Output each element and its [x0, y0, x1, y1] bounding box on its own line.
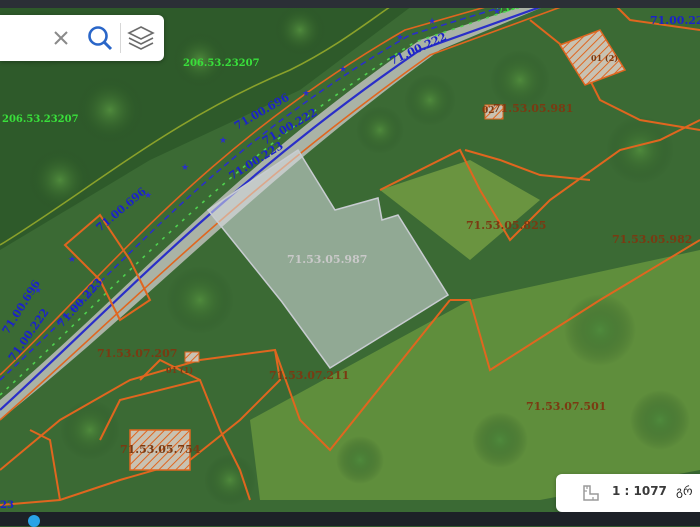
- building-label: 02: [482, 106, 495, 116]
- building-label: 01 (2): [591, 53, 618, 63]
- building-footprint: [184, 351, 200, 363]
- scale-ratio: 1 : 1077: [612, 484, 667, 498]
- parcel-label: 71.53.07.211: [269, 369, 349, 382]
- parcel-label: 71.53.07.501: [526, 400, 606, 413]
- parcel-label: 71.53.07.207: [97, 347, 177, 360]
- scale-control[interactable]: 1 : 1077 გრ: [556, 474, 700, 512]
- forest-label: 206.53.23207: [183, 58, 260, 69]
- scale-unit-label[interactable]: გრ: [676, 484, 693, 498]
- parcel-label: 71.53.05.825: [466, 219, 546, 232]
- parcel-label: 71.53.05.987: [287, 253, 367, 266]
- road-label: 23: [0, 500, 14, 511]
- close-icon[interactable]: [50, 27, 72, 49]
- forest-label: 206.53.23207: [2, 114, 79, 125]
- top-toolbar-strip: [0, 0, 700, 8]
- svg-text:★: ★: [219, 136, 227, 146]
- building-label: 01 (1): [166, 365, 193, 375]
- svg-text:★: ★: [181, 163, 189, 173]
- taskbar-strip: [0, 512, 700, 527]
- svg-text:★: ★: [339, 65, 347, 75]
- parcel-label: 71.53.05.982: [612, 233, 692, 246]
- parcel-label: 71.53.05.754: [120, 443, 201, 456]
- road-label: 71.00.223: [650, 14, 700, 27]
- svg-text:★: ★: [428, 17, 436, 27]
- search-icon[interactable]: [86, 24, 114, 52]
- layers-icon[interactable]: [126, 24, 156, 52]
- svg-text:★: ★: [302, 89, 310, 99]
- divider: [120, 23, 121, 53]
- search-panel: [0, 15, 164, 61]
- svg-text:★: ★: [396, 33, 404, 43]
- svg-text:★: ★: [68, 255, 76, 265]
- parcel-label: 71.53.05.981: [493, 102, 573, 115]
- app-icon[interactable]: [28, 515, 40, 527]
- map-canvas[interactable]: ★★★ ★★★ ★★★ ★ 71.00.696 71.00.223 71.00.…: [0, 0, 700, 526]
- ruler-icon[interactable]: [582, 484, 600, 502]
